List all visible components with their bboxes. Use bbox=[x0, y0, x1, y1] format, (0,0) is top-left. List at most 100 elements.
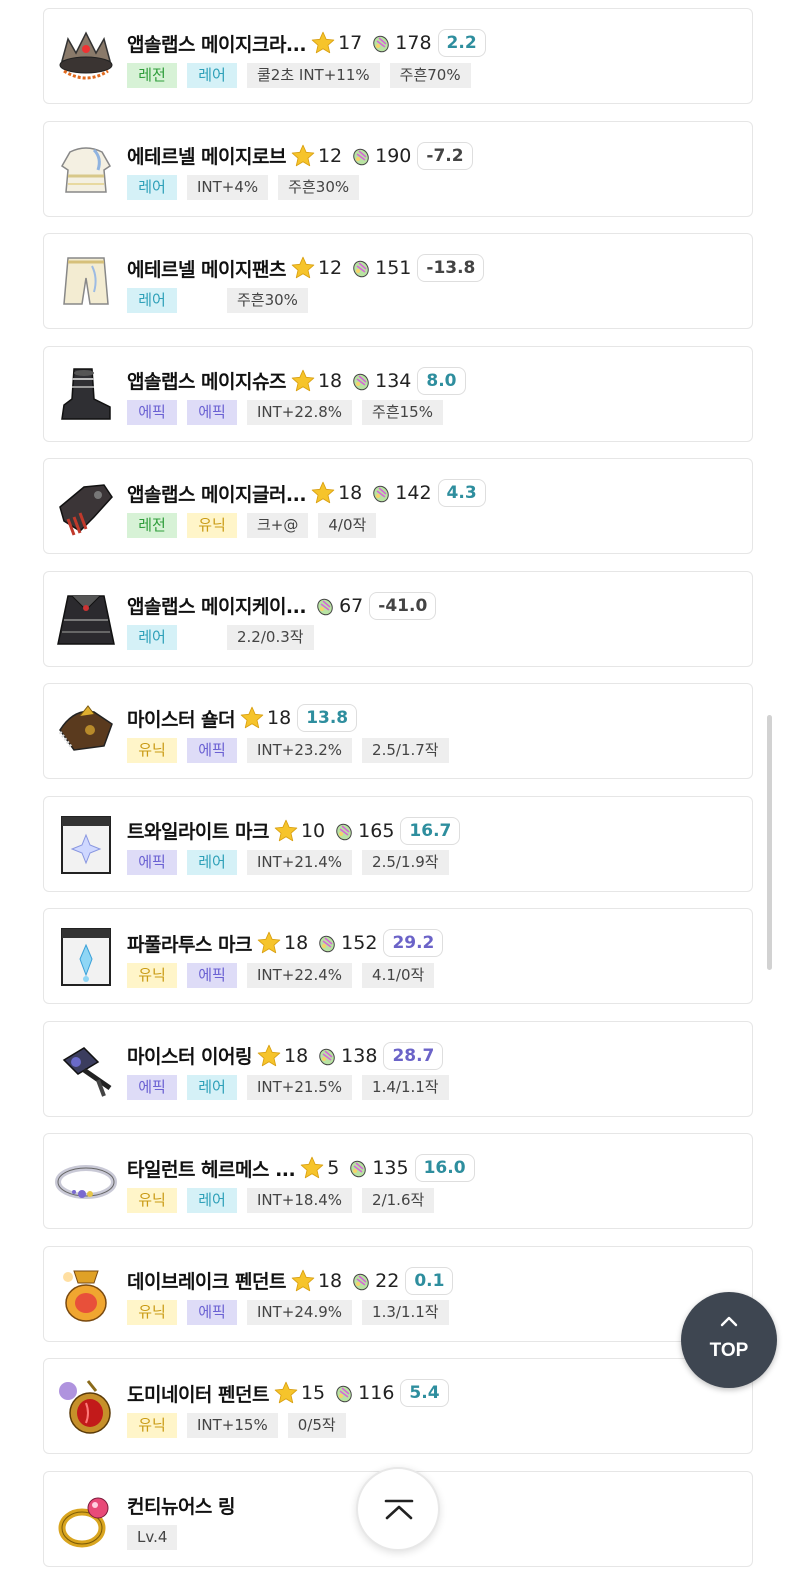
potential-value: 152 bbox=[341, 932, 378, 954]
tag-stat: Lv.4 bbox=[127, 1525, 178, 1550]
equipment-item-card[interactable]: 에테르넬 메이지로브 12 190 -7.2 레어 INT+4% 주흔30% bbox=[43, 120, 753, 217]
item-name: 에테르넬 메이지로브 bbox=[127, 146, 286, 168]
tag-stat: 2.2/0.3작 bbox=[227, 625, 314, 650]
tag-stat: 2.5/1.9작 bbox=[362, 850, 449, 875]
item-score-badge: 28.7 bbox=[383, 1041, 444, 1070]
equipment-item-card[interactable]: 에테르넬 메이지팬츠 12 151 -13.8 레어 주흔30% bbox=[43, 233, 753, 329]
potential-value: 134 bbox=[375, 369, 412, 392]
tag-placeholder bbox=[187, 288, 217, 313]
star-force-icon bbox=[291, 369, 315, 391]
tag-stat: 4/0작 bbox=[318, 512, 377, 538]
tag-rare: 레어 bbox=[187, 1075, 237, 1100]
tag-placeholder bbox=[187, 625, 217, 650]
item-score-badge: 0.1 bbox=[405, 1266, 454, 1295]
star-force-icon bbox=[274, 1381, 298, 1404]
item-header-row: 에테르넬 메이지팬츠 12 151 -13.8 bbox=[127, 253, 485, 283]
tag-stat: 0/5작 bbox=[287, 1412, 346, 1438]
star-force-icon bbox=[291, 256, 315, 279]
item-score-badge: 2.2 bbox=[437, 29, 486, 57]
potential-gem-icon bbox=[353, 148, 369, 165]
tag-stat: 1.3/1.1작 bbox=[362, 1300, 449, 1325]
item-name: 도미네이터 펜던트 bbox=[127, 1383, 269, 1406]
crown-helmet-icon bbox=[54, 27, 118, 87]
tag-stat: 주흔30% bbox=[278, 175, 360, 200]
tag-stat: INT+21.5% bbox=[247, 1075, 353, 1100]
item-tags-row: 유닉 에픽 INT+23.2% 2.5/1.7작 bbox=[127, 737, 459, 763]
equipment-item-card[interactable]: 앱솔랩스 메이지글러... 18 142 4.3 레전 유닉 크+@ 4/0작 bbox=[43, 458, 753, 554]
item-score-badge: 16.0 bbox=[414, 1154, 475, 1182]
potential-value: 165 bbox=[358, 819, 395, 842]
tag-unique: 유닉 bbox=[127, 962, 177, 988]
equipment-item-card[interactable]: 마이스터 숄더 18 13.8 유닉 에픽 INT+23.2% 2.5/1.7작 bbox=[43, 683, 753, 779]
tag-stat: 2.5/1.7작 bbox=[362, 737, 449, 763]
star-force-icon bbox=[311, 481, 335, 504]
equipment-item-card[interactable]: 앱솔랩스 메이지슈즈 18 134 8.0 에픽 에픽 INT+22.8% 주흔15% bbox=[43, 345, 753, 442]
item-name: 앱솔랩스 메이지크라... bbox=[127, 33, 307, 56]
tag-stat: 주흔30% bbox=[227, 287, 308, 313]
item-score-badge: 5.4 bbox=[400, 1379, 449, 1407]
star-force-value: 12 bbox=[317, 257, 343, 279]
potential-gem-icon bbox=[373, 35, 390, 53]
top-button[interactable]: TOP bbox=[681, 1292, 777, 1388]
potential-gem-icon bbox=[336, 1385, 352, 1403]
tag-stat: INT+24.9% bbox=[247, 1300, 353, 1325]
belt-icon bbox=[54, 1152, 118, 1212]
star-force-value: 15 bbox=[300, 1382, 326, 1404]
scrollbar[interactable] bbox=[767, 715, 772, 970]
potential-value: 190 bbox=[375, 144, 412, 167]
item-tags-row: 레어 주흔30% bbox=[127, 287, 318, 313]
equipment-item-card[interactable]: 트와일라이트 마크 10 165 16.7 에픽 레어 INT+21.4% 2.5/1.9작 bbox=[43, 795, 753, 892]
scroll-to-top-button[interactable] bbox=[356, 1467, 440, 1551]
potential-value: 138 bbox=[341, 1044, 378, 1067]
item-score-badge: -41.0 bbox=[369, 591, 437, 620]
star-force-value: 18 bbox=[283, 932, 309, 954]
equipment-item-card[interactable]: 데이브레이크 펜던트 18 22 0.1 유닉 에픽 INT+24.9% 1.3/1.1작 bbox=[43, 1245, 753, 1342]
pants-icon bbox=[54, 252, 118, 312]
tag-stat: INT+23.2% bbox=[247, 737, 353, 763]
tag-stat: INT+22.4% bbox=[247, 962, 353, 988]
item-tags-row: 유닉 레어 INT+18.4% 2/1.6작 bbox=[127, 1187, 444, 1213]
item-name: 에테르넬 메이지팬츠 bbox=[127, 258, 286, 281]
equipment-item-card[interactable]: 도미네이터 펜던트 15 116 5.4 유닉 INT+15% 0/5작 bbox=[43, 1358, 753, 1454]
equipment-item-card[interactable]: 앱솔랩스 메이지크라... 17 178 2.2 레전 레어 쿨2초 INT+11% 주흔70… bbox=[43, 8, 753, 104]
tag-epic: 에픽 bbox=[187, 1300, 237, 1325]
robe-icon bbox=[54, 140, 118, 200]
shoulder-icon bbox=[54, 702, 118, 762]
equipment-item-card[interactable]: 타일런트 헤르메스 ... 5 135 16.0 유닉 레어 INT+18.4% 2/1.6작 bbox=[43, 1133, 753, 1229]
item-name: 앱솔랩스 메이지글러... bbox=[127, 483, 307, 506]
item-name: 마이스터 이어링 bbox=[127, 1046, 252, 1068]
item-name: 파풀라투스 마크 bbox=[127, 933, 252, 956]
item-header-row: 트와일라이트 마크 10 165 16.7 bbox=[127, 816, 461, 846]
star-force-icon bbox=[240, 706, 264, 729]
item-score-badge: 29.2 bbox=[383, 929, 444, 957]
item-tags-row: 에픽 레어 INT+21.5% 1.4/1.1작 bbox=[127, 1075, 459, 1101]
tag-unique: 유닉 bbox=[127, 1187, 177, 1213]
item-name: 타일런트 헤르메스 ... bbox=[127, 1158, 296, 1181]
tag-unique: 유닉 bbox=[127, 737, 177, 763]
equipment-item-card[interactable]: 파풀라투스 마크 18 152 29.2 유닉 에픽 INT+22.4% 4.1/0작 bbox=[43, 908, 753, 1004]
item-name: 트와일라이트 마크 bbox=[127, 821, 269, 843]
item-header-row: 도미네이터 펜던트 15 116 5.4 bbox=[127, 1378, 449, 1408]
tag-stat: 쿨2초 INT+11% bbox=[247, 62, 380, 88]
potential-value: 22 bbox=[375, 1269, 400, 1292]
item-header-row: 에테르넬 메이지로브 12 190 -7.2 bbox=[127, 141, 473, 171]
item-tags-row: 레전 레어 쿨2초 INT+11% 주흔70% bbox=[127, 62, 481, 88]
potential-value: 178 bbox=[395, 32, 432, 54]
tag-rare: 레어 bbox=[187, 1187, 237, 1213]
potential-value: 116 bbox=[358, 1382, 395, 1404]
tag-stat: INT+21.4% bbox=[247, 850, 353, 875]
chevron-up-icon bbox=[720, 1316, 738, 1327]
star-force-value: 18 bbox=[267, 707, 292, 729]
tag-epic: 에픽 bbox=[187, 737, 237, 763]
star-force-icon bbox=[291, 144, 315, 166]
item-header-row: 마이스터 숄더 18 13.8 bbox=[127, 703, 358, 733]
potential-gem-icon bbox=[319, 935, 335, 953]
equipment-item-card[interactable]: 마이스터 이어링 18 138 28.7 에픽 레어 INT+21.5% 1.4/1.1작 bbox=[43, 1020, 753, 1117]
tag-epic: 에픽 bbox=[187, 400, 237, 425]
item-header-row: 앱솔랩스 메이지글러... 18 142 4.3 bbox=[127, 478, 486, 508]
item-header-row: 파풀라투스 마크 18 152 29.2 bbox=[127, 928, 444, 958]
equipment-item-card[interactable]: 앱솔랩스 메이지케이... 67 -41.0 레어 2.2/0.3작 bbox=[43, 570, 753, 667]
pendant-red-icon bbox=[54, 1377, 118, 1437]
tag-stat: 주흔70% bbox=[389, 62, 471, 88]
tag-stat: 1.4/1.1작 bbox=[362, 1075, 449, 1100]
